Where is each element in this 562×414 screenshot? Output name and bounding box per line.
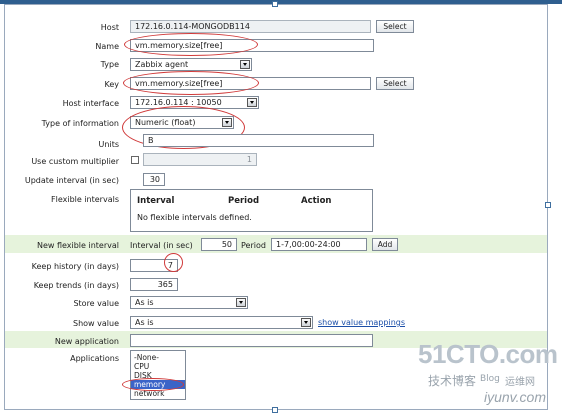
host-label: Host [100, 23, 119, 32]
chevron-down-icon[interactable] [301, 318, 311, 327]
host-interface-label: Host interface [62, 99, 119, 108]
watermark-brand: 运维网 [505, 377, 535, 388]
custom-multiplier-label: Use custom multiplier [31, 157, 119, 166]
highlight-oval-name [124, 33, 258, 56]
watermark-tagline: 技术博客 [428, 374, 477, 388]
resize-handle-right[interactable] [545, 202, 551, 208]
host-field: 172.16.0.114-MONGODB114 [130, 20, 371, 33]
applications-option[interactable]: -None- [131, 353, 185, 362]
highlight-oval-key [123, 71, 259, 95]
resize-handle-top[interactable] [272, 1, 278, 7]
show-value-select[interactable]: As is [130, 316, 313, 329]
new-application-input[interactable] [130, 334, 373, 347]
type-select[interactable]: Zabbix agent [130, 58, 252, 71]
type-select-value: Zabbix agent [135, 60, 189, 69]
interval-in-sec-label: Interval (in sec) [130, 241, 193, 250]
custom-multiplier-checkbox[interactable] [131, 156, 139, 164]
column-header-period: Period [228, 196, 260, 206]
flexible-intervals-label: Flexible intervals [51, 195, 119, 204]
keep-trends-label: Keep trends (in days) [33, 281, 119, 290]
applications-label: Applications [70, 354, 119, 363]
update-interval-label: Update interval (in sec) [24, 176, 119, 185]
chevron-down-icon[interactable] [240, 60, 250, 69]
show-value-label: Show value [73, 319, 119, 328]
store-value-label: Store value [73, 299, 119, 308]
column-header-action: Action [301, 196, 332, 206]
add-flexible-interval-button[interactable]: Add [372, 238, 398, 251]
show-value-value: As is [135, 318, 154, 327]
applications-option[interactable]: CPU [131, 362, 185, 371]
watermark-blog: Blog [480, 374, 500, 384]
new-application-label: New application [54, 337, 119, 346]
flexible-intervals-table: Interval Period Action No flexible inter… [130, 189, 373, 232]
show-value-mappings-link[interactable]: show value mappings [318, 318, 405, 327]
new-flexible-interval-label: New flexible interval [36, 241, 119, 250]
name-label: Name [95, 42, 119, 51]
column-header-interval: Interval [137, 196, 175, 206]
period-label: Period [241, 241, 266, 250]
host-select-button[interactable]: Select [376, 20, 414, 33]
new-period-input[interactable]: 1-7,00:00-24:00 [271, 238, 367, 251]
highlight-oval-applications [122, 378, 184, 391]
watermark-site: iyunv.com [484, 389, 546, 405]
resize-handle-bottom[interactable] [272, 407, 278, 413]
type-label: Type [100, 60, 119, 69]
flexible-intervals-empty-text: No flexible intervals defined. [137, 213, 252, 222]
custom-multiplier-input: 1 [143, 153, 257, 166]
units-label: Units [98, 140, 119, 149]
keep-history-label: Keep history (in days) [31, 262, 119, 271]
update-interval-input[interactable]: 30 [143, 173, 165, 186]
store-value-value: As is [135, 298, 154, 307]
highlight-oval-keep-history [164, 253, 183, 272]
key-label: Key [104, 80, 119, 89]
new-interval-input[interactable]: 50 [201, 238, 237, 251]
watermark-logo: 51CTO.com [418, 339, 558, 369]
store-value-select[interactable]: As is [130, 296, 248, 309]
applications-listbox[interactable]: -None- CPU DISK memory network [130, 350, 186, 400]
chevron-down-icon[interactable] [236, 298, 246, 307]
chevron-down-icon[interactable] [247, 98, 257, 107]
keep-trends-input[interactable]: 365 [130, 278, 178, 291]
type-of-information-label: Type of information [41, 119, 119, 128]
key-select-button[interactable]: Select [376, 77, 414, 90]
units-input[interactable]: B [143, 134, 374, 147]
